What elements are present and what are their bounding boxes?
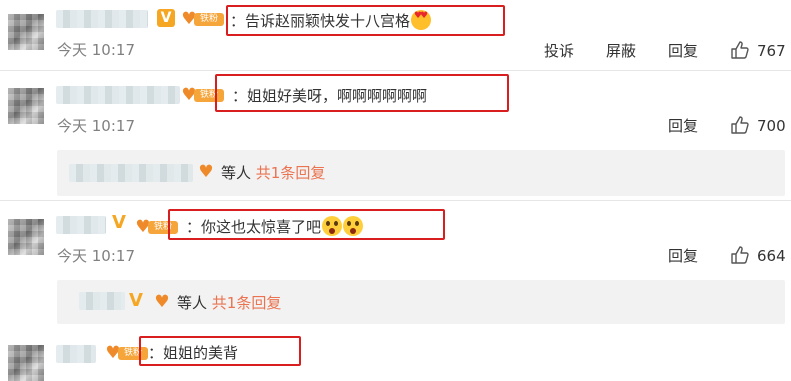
verified-v-icon: V [112, 212, 126, 233]
thumbs-up-icon [731, 246, 749, 264]
timestamp: 今天 10:17 [57, 117, 135, 135]
highlight-box [139, 336, 301, 366]
thumbs-up-icon [731, 41, 749, 59]
sub-replies-box[interactable]: V ♥ 等人 共1条回复 [57, 280, 785, 324]
username[interactable] [56, 345, 96, 363]
like-count: 664 [757, 247, 786, 265]
username[interactable] [56, 10, 148, 28]
highlight-box [168, 209, 445, 240]
sub-replies-box[interactable]: ♥ 等人 共1条回复 [57, 150, 785, 196]
divider [0, 70, 791, 71]
heart-icon: ♥ [154, 292, 170, 312]
reply-username [69, 164, 193, 182]
fan-badge-label: 铁粉 [194, 13, 224, 26]
reply-button[interactable]: 回复 [668, 246, 698, 266]
thumbs-up-icon [731, 116, 749, 134]
avatar[interactable] [8, 219, 44, 255]
timestamp: 今天 10:17 [57, 41, 135, 59]
like-count: 767 [757, 42, 786, 60]
username[interactable] [56, 216, 106, 234]
avatar[interactable] [8, 345, 44, 381]
verified-v-icon: V [157, 9, 175, 27]
reply-button[interactable]: 回复 [668, 41, 698, 61]
username[interactable] [56, 86, 180, 104]
reply-username [79, 292, 125, 310]
view-replies-link[interactable]: 共1条回复 [256, 164, 326, 182]
view-replies-link[interactable]: 共1条回复 [212, 294, 282, 312]
sub-replies-summary: 等人 共1条回复 [221, 164, 326, 182]
avatar[interactable] [8, 14, 44, 50]
heart-icon: ♥ [198, 162, 214, 182]
reply-button[interactable]: 回复 [668, 116, 698, 136]
block-button[interactable]: 屏蔽 [606, 41, 636, 61]
highlight-box [215, 74, 509, 112]
fan-badge: ♥ 铁粉 [180, 10, 226, 28]
highlight-box [226, 5, 505, 36]
divider [0, 200, 791, 201]
timestamp: 今天 10:17 [57, 247, 135, 265]
fan-badge: ♥ [197, 163, 217, 181]
verified-v-icon: V [129, 290, 143, 311]
fan-badge: ♥ [153, 293, 173, 311]
like-count: 700 [757, 117, 786, 135]
sub-replies-summary: 等人 共1条回复 [177, 294, 282, 312]
report-button[interactable]: 投诉 [544, 41, 574, 61]
avatar[interactable] [8, 88, 44, 124]
